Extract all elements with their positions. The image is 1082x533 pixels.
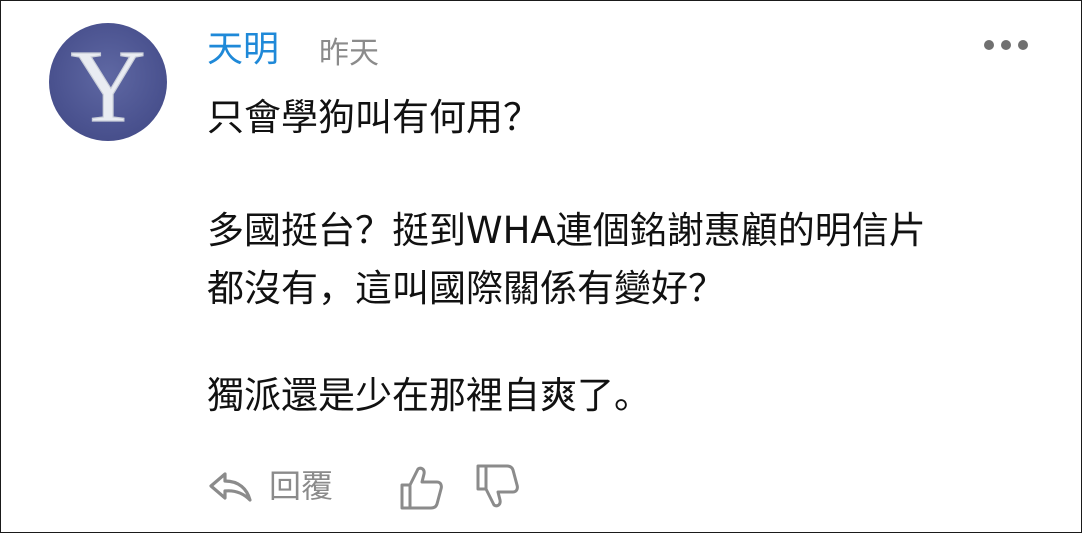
- comment-paragraph-1: 只會學狗叫有何用？: [207, 96, 540, 139]
- reply-button[interactable]: [207, 469, 253, 505]
- more-dots-icon: [984, 40, 1028, 50]
- reply-arrow-icon: [209, 472, 252, 502]
- comment-card: Y 天明 昨天 只會學狗叫有何用？ 多國挺台？挺到WHA連個銘謝惠顧的明信片 都…: [0, 0, 1082, 533]
- author-name[interactable]: 天明: [207, 28, 279, 72]
- avatar-y-icon: Y: [70, 28, 146, 141]
- comment-paragraph-3: 獨派還是少在那裡自爽了。: [207, 374, 651, 417]
- comment-timestamp: 昨天: [319, 36, 379, 71]
- comment-paragraph-2: 多國挺台？挺到WHA連個銘謝惠顧的明信片 都沒有，這叫國際關係有變好？: [207, 209, 926, 310]
- reply-label[interactable]: 回覆: [269, 466, 333, 506]
- avatar-letter: Y: [70, 29, 145, 141]
- thumbs-up-icon: [400, 466, 443, 510]
- like-button[interactable]: [397, 463, 445, 511]
- thumbs-down-icon: [476, 464, 519, 508]
- more-options-button[interactable]: [983, 37, 1029, 53]
- dislike-button[interactable]: [473, 463, 521, 511]
- user-avatar[interactable]: Y: [49, 23, 167, 141]
